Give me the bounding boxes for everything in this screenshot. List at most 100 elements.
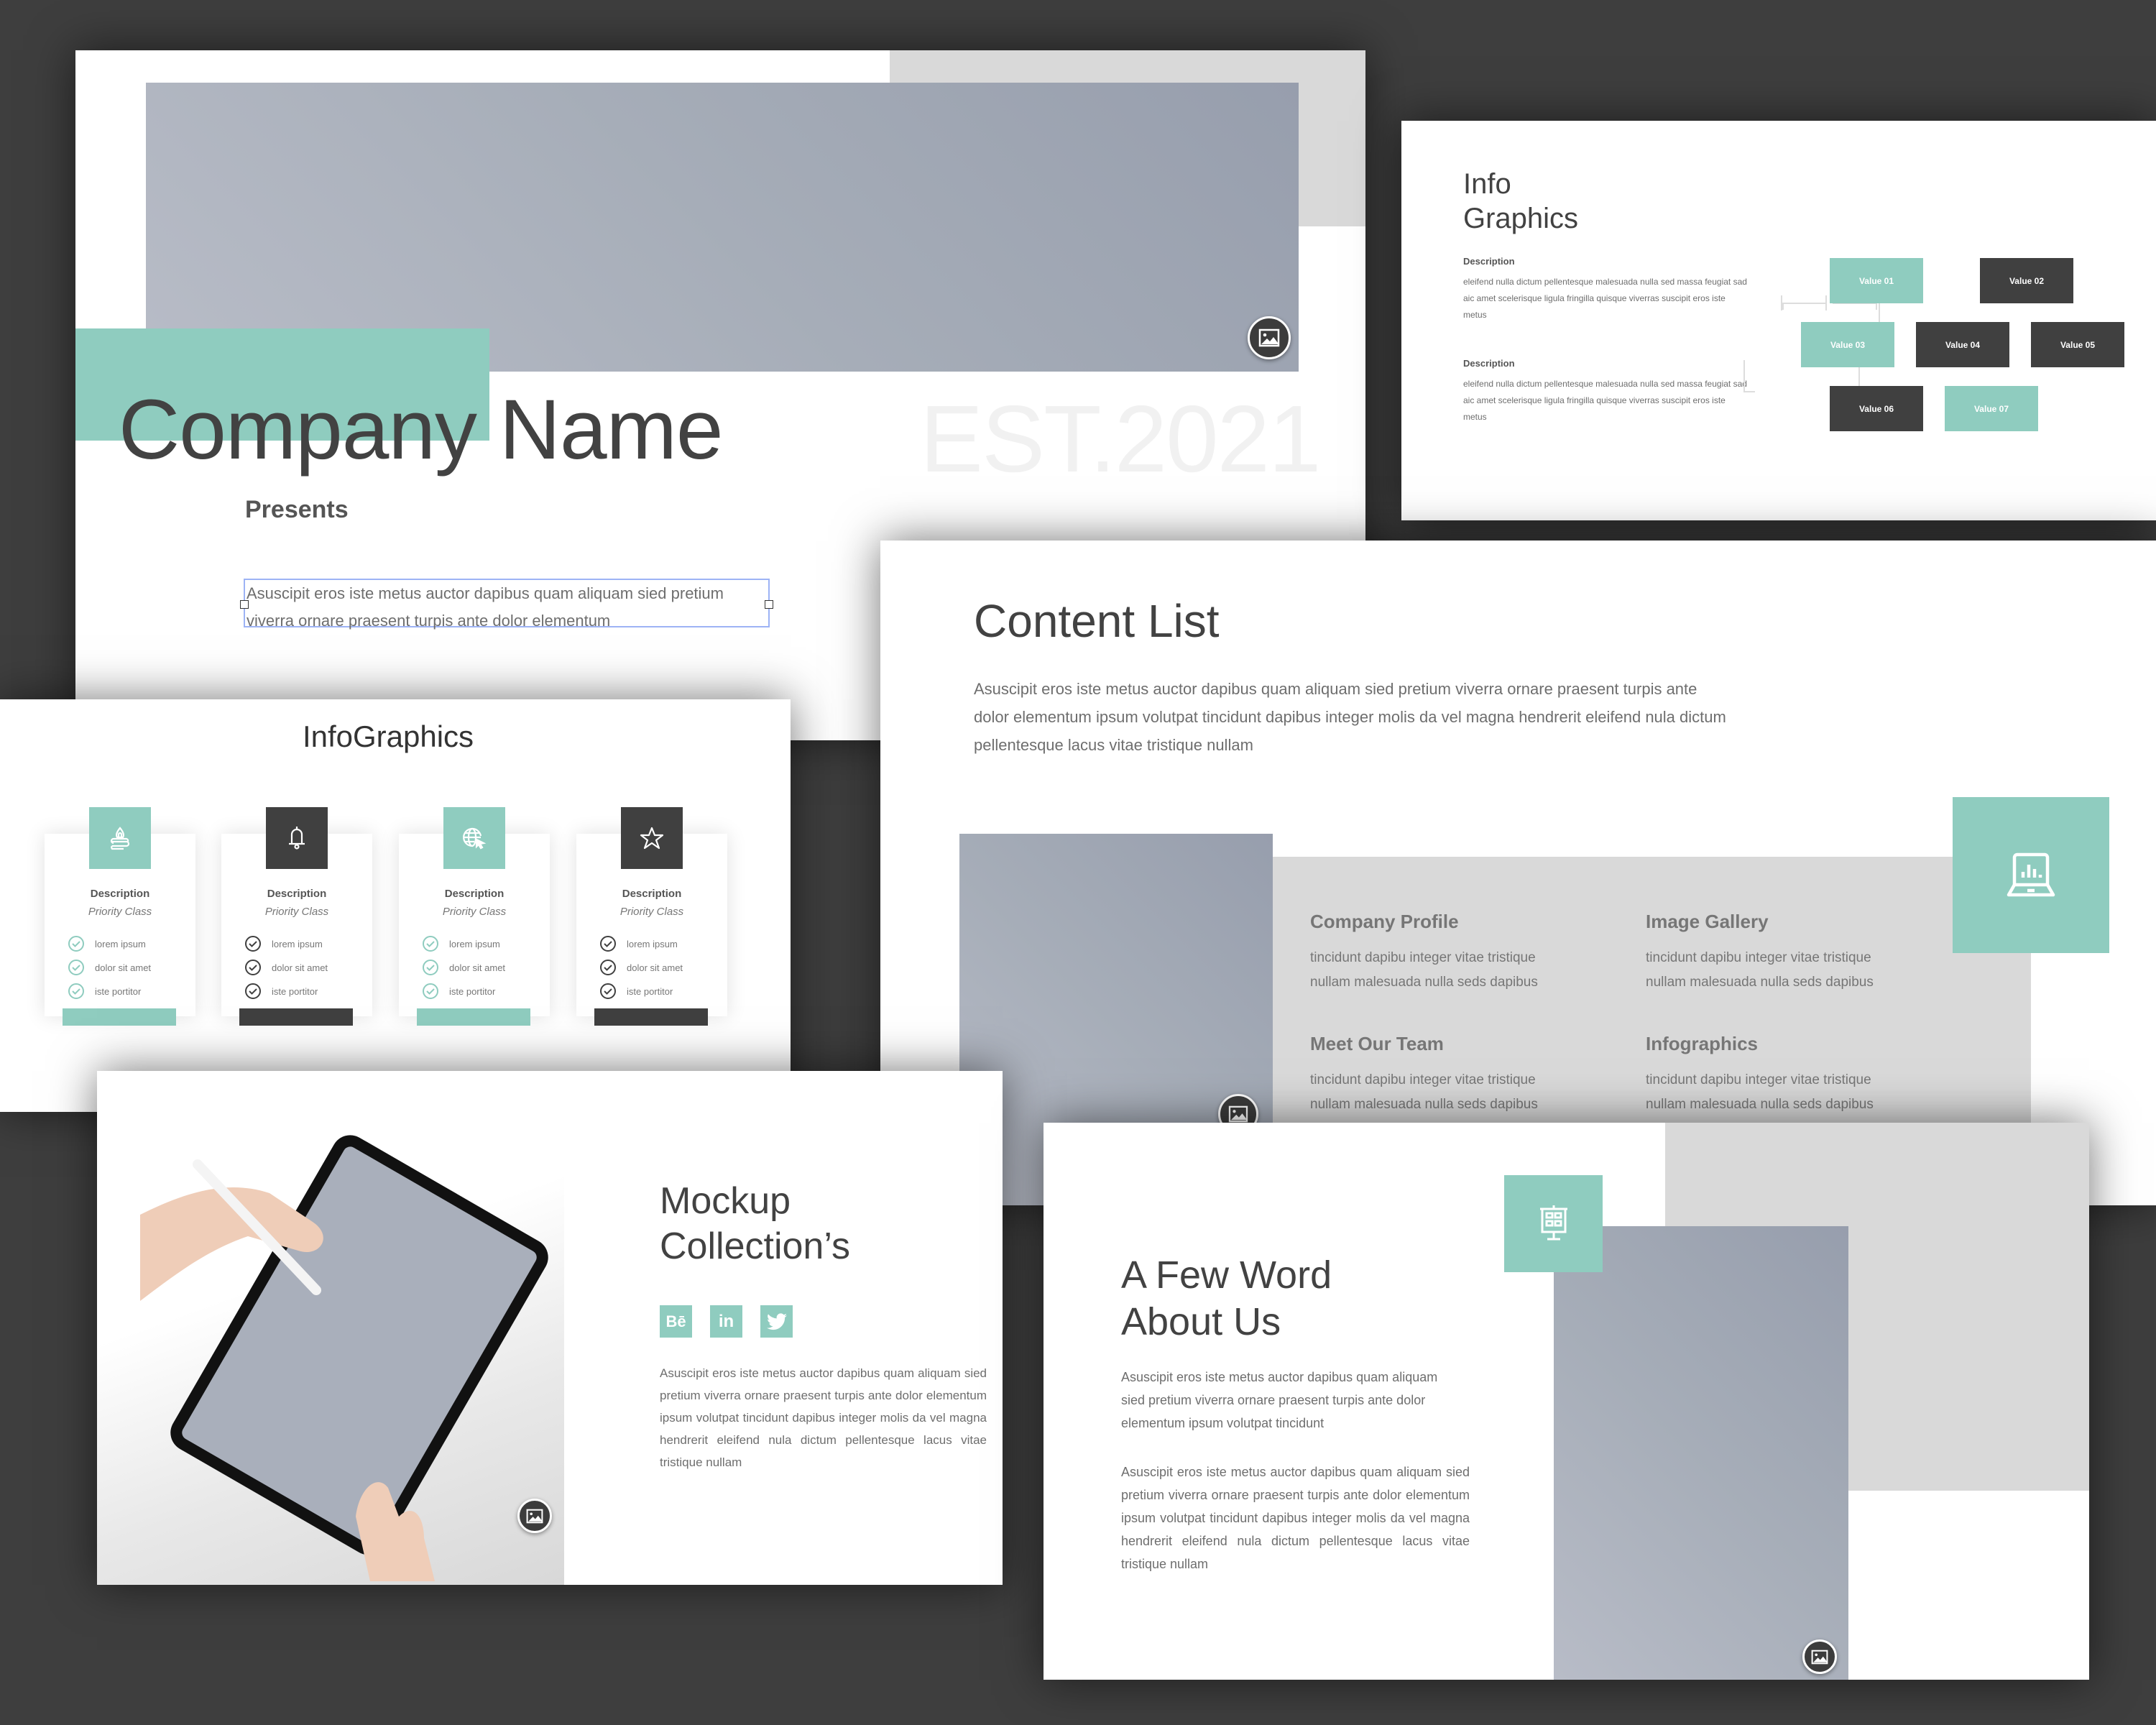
slide-info-graphics[interactable]: Info Graphics Description eleifend nulla… (1401, 121, 2156, 520)
card-list-item: iste portitor (68, 982, 141, 1000)
check-circle-icon (68, 983, 84, 999)
content-item-image-gallery[interactable]: Image Gallery tincidunt dapibu integer v… (1646, 911, 1874, 995)
card-list-item: dolor sit amet (422, 958, 505, 977)
item-text: tincidunt dapibu integer vitae tristique (1310, 1072, 1536, 1087)
content-item-company-profile[interactable]: Company Profile tincidunt dapibu integer… (1310, 911, 1538, 995)
title-line-2: Graphics (1463, 203, 1579, 234)
about-body-1: Asuscipit eros iste metus auctor dapibus… (1121, 1370, 1438, 1430)
company-title: Company Name (119, 382, 724, 477)
card-footer-bar (594, 1008, 708, 1026)
card-item-text: lorem ipsum (95, 938, 146, 949)
linkedin-icon: in (718, 1311, 734, 1331)
card-list-item: dolor sit amet (244, 958, 328, 977)
card-item-text: dolor sit amet (627, 962, 683, 973)
resize-handle-right[interactable] (765, 600, 773, 609)
mockup-body: Asuscipit eros iste metus auctor dapibus… (660, 1366, 987, 1469)
info-card[interactable]: Description Priority Class lorem ipsum dolo… (576, 807, 727, 1026)
check-circle-icon (600, 960, 616, 975)
slide-title: Content List (974, 595, 1220, 647)
description-heading: Description (1463, 256, 1515, 267)
card-item-text: iste portitor (449, 985, 496, 997)
card-item-text: iste portitor (95, 985, 142, 997)
card-title: Description (90, 888, 150, 900)
value-box[interactable]: Value 07 (1945, 386, 2038, 431)
value-box[interactable]: Value 05 (2031, 322, 2124, 367)
item-heading: Meet Our Team (1310, 1033, 1444, 1054)
content-list-body: Asuscipit eros iste metus auctor dapibus… (974, 680, 1726, 754)
slide-infographics-cards[interactable]: InfoGraphics Description Priority Class lo… (0, 699, 791, 1112)
title-line-1: Info (1463, 168, 1511, 200)
item-text: nullam malesuada nulla seds dapibus (1646, 975, 1874, 990)
card-list-item: lorem ipsum (244, 934, 323, 953)
card-item-text: dolor sit amet (449, 962, 506, 973)
connector (1782, 303, 1827, 310)
card-title: Description (622, 888, 682, 900)
info-card[interactable]: Description Priority Class lorem ipsum dolo… (45, 807, 195, 1026)
description-block: Description eleifend nulla dictum pellen… (1463, 358, 1751, 426)
slide-title: Info Graphics (1463, 167, 1578, 236)
selected-text-box[interactable]: Asuscipit eros iste metus auctor dapibus… (240, 579, 773, 630)
value-box[interactable]: Value 06 (1830, 386, 1923, 431)
card-subtitle: Priority Class (264, 906, 329, 918)
cover-body-text[interactable]: Asuscipit eros iste metus auctor dapibus… (247, 584, 724, 630)
card-footer-bar (417, 1008, 530, 1026)
behance-button[interactable]: Bē (660, 1305, 692, 1338)
check-circle-icon (245, 960, 261, 975)
presents-subtitle: Presents (245, 496, 349, 523)
check-circle-icon (245, 936, 261, 952)
content-item-meet-our-team[interactable]: Meet Our Team tincidunt dapibu integer v… (1310, 1033, 1538, 1117)
image-icon[interactable] (517, 1499, 552, 1533)
card-subtitle: Priority Class (88, 906, 152, 918)
slide-about-us[interactable]: A Few Word About Us Asuscipit eros iste … (1044, 1123, 2089, 1680)
title-line-1: A Few Word (1121, 1254, 1332, 1297)
slide-title: A Few Word About Us (1121, 1252, 1332, 1346)
description-heading: Description (1463, 358, 1515, 369)
item-heading: Infographics (1646, 1033, 1759, 1054)
candle-icon (89, 807, 151, 869)
item-text: tincidunt dapibu integer vitae tristique (1646, 1072, 1871, 1087)
card-item-text: lorem ipsum (449, 938, 500, 949)
image-icon[interactable] (1802, 1639, 1837, 1674)
behance-icon: Bē (665, 1312, 686, 1330)
image-placeholder[interactable] (1554, 1226, 1848, 1680)
linkedin-button[interactable]: in (710, 1305, 742, 1338)
check-circle-icon (68, 960, 84, 975)
item-text: nullam malesuada nulla seds dapibus (1310, 975, 1538, 990)
value-box[interactable]: Value 01 (1830, 258, 1923, 303)
content-item-infographics[interactable]: Infographics tincidunt dapibu integer vi… (1646, 1033, 1874, 1117)
image-icon[interactable] (1248, 316, 1291, 359)
slide-mockup[interactable]: Mockup Collection’s Bē in Asuscipit eros… (97, 1071, 1003, 1585)
card-subtitle: Priority Class (619, 906, 684, 918)
info-card[interactable]: Description Priority Class lorem ipsum dolo… (399, 807, 550, 1026)
twitter-icon (766, 1312, 787, 1330)
about-body-2: Asuscipit eros iste metus auctor dapibus… (1121, 1465, 1470, 1571)
check-circle-icon (423, 983, 438, 999)
item-text: tincidunt dapibu integer vitae tristique (1310, 950, 1536, 965)
connector (1833, 303, 1877, 310)
card-list-item: iste portitor (244, 982, 318, 1000)
slide-title: InfoGraphics (302, 719, 474, 753)
slide-title: Mockup Collection’s (660, 1179, 850, 1269)
item-text: tincidunt dapibu integer vitae tristique (1646, 950, 1871, 965)
resize-handle-left[interactable] (240, 600, 249, 609)
title-line-2: Collection’s (660, 1225, 850, 1267)
info-card[interactable]: Description Priority Class lorem ipsum dolo… (221, 807, 372, 1026)
card-title: Description (267, 888, 327, 900)
item-heading: Company Profile (1310, 911, 1459, 932)
slide-content-list[interactable]: Content List Asuscipit eros iste metus a… (880, 540, 2156, 1205)
card-footer-bar (63, 1008, 176, 1026)
value-box[interactable]: Value 02 (1980, 258, 2073, 303)
laptop-chart-icon (1953, 797, 2109, 953)
description-block: Description eleifend nulla dictum pellen… (1463, 256, 1751, 323)
card-list-item: lorem ipsum (599, 934, 678, 953)
bell-icon (266, 807, 328, 869)
value-box[interactable]: Value 04 (1916, 322, 2009, 367)
card-list-item: lorem ipsum (422, 934, 500, 953)
watermark-est: EST.2021 (920, 386, 1321, 492)
card-footer-bar (239, 1008, 353, 1026)
description-text: eleifend nulla dictum pellentesque males… (1463, 277, 1747, 320)
twitter-button[interactable] (760, 1305, 793, 1338)
value-box[interactable]: Value 03 (1801, 322, 1894, 367)
card-list-item: iste portitor (599, 982, 673, 1000)
card-list-item: iste portitor (422, 982, 495, 1000)
